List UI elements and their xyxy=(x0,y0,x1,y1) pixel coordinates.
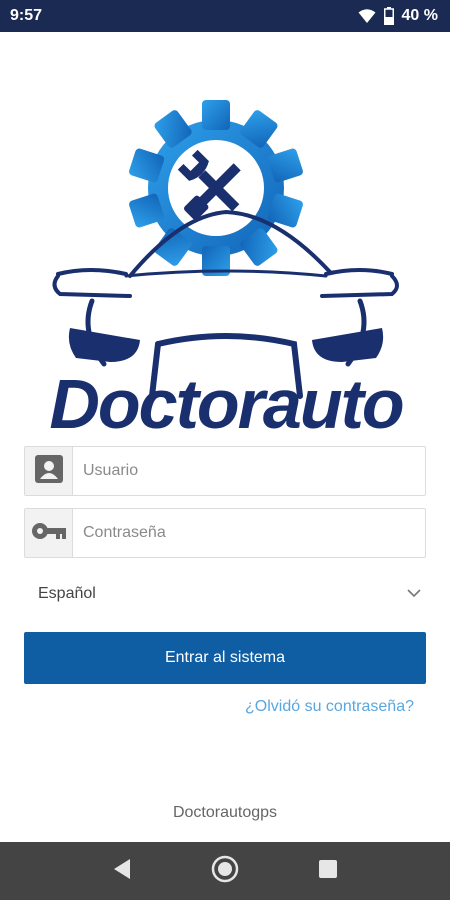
password-field[interactable] xyxy=(24,508,426,558)
login-button[interactable]: Entrar al sistema xyxy=(24,632,426,684)
brand-wordmark: Doctorauto xyxy=(49,365,403,443)
left-headlight xyxy=(68,328,140,362)
home-icon xyxy=(211,855,239,888)
status-icons: 40 % xyxy=(358,7,438,25)
back-button[interactable] xyxy=(102,851,142,891)
recents-icon xyxy=(318,859,338,884)
chevron-down-icon xyxy=(406,585,422,603)
language-selected-value: Español xyxy=(38,585,96,602)
system-nav-bar xyxy=(0,842,450,900)
language-select[interactable]: Español xyxy=(24,572,426,616)
status-time: 9:57 xyxy=(10,7,43,24)
user-icon-box xyxy=(25,447,73,495)
key-icon xyxy=(31,522,66,545)
battery-icon xyxy=(383,7,394,25)
right-headlight xyxy=(312,328,384,362)
doctorauto-logo: Doctorauto xyxy=(30,96,422,452)
footer-text: Doctorautogps xyxy=(172,804,278,821)
battery-percent: 40 % xyxy=(401,7,438,24)
wifi-icon xyxy=(358,8,376,24)
recents-button[interactable] xyxy=(308,851,348,891)
home-button[interactable] xyxy=(205,851,245,891)
user-icon xyxy=(34,454,63,488)
password-input[interactable] xyxy=(73,509,425,557)
username-field[interactable] xyxy=(24,446,426,496)
username-input[interactable] xyxy=(73,447,425,495)
forgot-password-link[interactable]: ¿Olvidó su contraseña? xyxy=(245,698,414,716)
key-icon-box xyxy=(25,509,73,557)
status-bar: 9:57 40 % xyxy=(0,0,450,32)
back-icon xyxy=(112,858,132,885)
